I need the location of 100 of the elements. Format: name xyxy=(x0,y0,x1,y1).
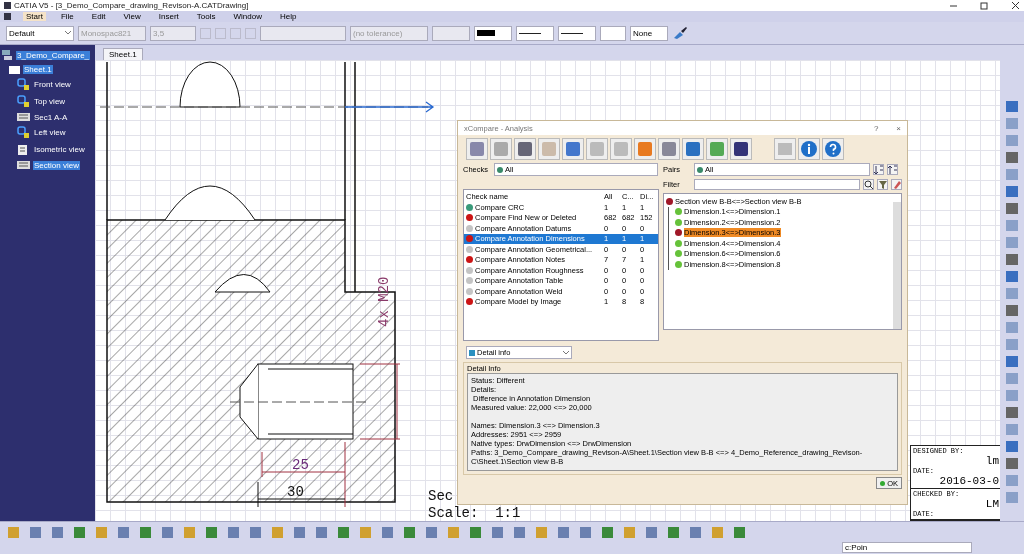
restore-icon[interactable] xyxy=(980,1,989,10)
tool-icon[interactable] xyxy=(52,526,63,538)
tool-icon[interactable] xyxy=(96,526,107,538)
section-icon xyxy=(17,160,30,170)
tree-item[interactable]: Section view xyxy=(33,160,80,170)
sort-ascending-button[interactable] xyxy=(873,164,884,175)
clear-filter-button[interactable] xyxy=(891,179,902,190)
tool-icon[interactable] xyxy=(712,526,723,538)
menu-item[interactable]: Help xyxy=(276,12,300,21)
close-icon[interactable] xyxy=(1011,1,1020,10)
tool-icon[interactable] xyxy=(492,526,503,538)
tree-item[interactable]: Isometric view xyxy=(33,145,86,154)
tool-icon[interactable] xyxy=(580,526,591,538)
field-value: lm xyxy=(984,455,999,467)
menu-item[interactable]: File xyxy=(57,12,77,21)
tool-icon[interactable] xyxy=(690,526,701,538)
window-title: CATIA V5 - [3_Demo_Compare_drawing_Revison-A.CATDrawing] xyxy=(14,1,249,10)
tool-icon[interactable] xyxy=(118,526,129,538)
tree-item[interactable]: Front view xyxy=(33,80,72,89)
menu-item[interactable]: Edit xyxy=(88,12,109,21)
tool-icon[interactable] xyxy=(294,526,305,538)
tool-icon[interactable] xyxy=(602,526,613,538)
view-icon xyxy=(17,126,30,139)
menu-item[interactable]: Tools xyxy=(193,12,219,21)
point-dropdown[interactable] xyxy=(600,25,626,41)
close-button[interactable]: × xyxy=(896,123,901,133)
tool-icon[interactable] xyxy=(74,526,85,538)
pattern-dropdown[interactable]: None xyxy=(630,25,668,41)
tree-item[interactable]: 3_Demo_Compare_ xyxy=(16,50,91,60)
dimension-label: 25 xyxy=(292,457,309,473)
tool-icon[interactable] xyxy=(360,526,371,538)
tool-icon[interactable] xyxy=(228,526,239,538)
tool-icon[interactable] xyxy=(624,526,635,538)
tree-root-icon xyxy=(1,49,13,61)
view-icon xyxy=(17,95,30,108)
scale-label: Scale: 1:1 xyxy=(428,505,521,521)
tool-icon[interactable] xyxy=(734,526,745,538)
color-dropdown[interactable] xyxy=(474,25,512,41)
scrollbar[interactable] xyxy=(893,202,901,329)
tool-icon[interactable] xyxy=(646,526,657,538)
help-icon xyxy=(824,140,842,158)
tree-item[interactable]: Sec1 A-A xyxy=(33,112,69,122)
tool-icon[interactable] xyxy=(338,526,349,538)
sheet-tab[interactable]: Sheet.1 xyxy=(103,48,143,60)
field-value: LM xyxy=(984,498,999,510)
tool-icon[interactable] xyxy=(272,526,283,538)
tool-icon[interactable] xyxy=(316,526,327,538)
menu-item[interactable]: Start xyxy=(23,12,46,21)
tool-icon[interactable] xyxy=(514,526,525,538)
tool-icon[interactable] xyxy=(536,526,547,538)
underline-icon[interactable] xyxy=(230,27,241,39)
tool-icon[interactable] xyxy=(470,526,481,538)
menu-item[interactable]: Window xyxy=(230,12,265,21)
arrow-icon xyxy=(344,101,435,113)
tool-icon[interactable] xyxy=(668,526,679,538)
tool-icon[interactable] xyxy=(404,526,415,538)
thickness-dropdown[interactable] xyxy=(558,25,596,41)
filter-field[interactable] xyxy=(694,179,860,190)
linetype-dropdown[interactable] xyxy=(516,25,554,41)
menu-item[interactable]: Insert xyxy=(155,12,182,21)
sort-icon xyxy=(874,164,883,175)
italic-icon[interactable] xyxy=(215,27,226,39)
dimension-label: 4x M20 xyxy=(376,276,392,327)
tree-item[interactable]: Sheet.1 xyxy=(23,65,53,74)
field-value: 2016-03-0 xyxy=(938,475,999,487)
sort-descending-button[interactable] xyxy=(887,164,898,175)
search-button[interactable] xyxy=(863,179,874,190)
tool-icon[interactable] xyxy=(8,526,19,538)
style-dropdown[interactable]: Default xyxy=(6,25,74,41)
sort-icon xyxy=(888,164,897,175)
tree-item[interactable]: Left view xyxy=(33,128,67,137)
tree-item[interactable]: Top view xyxy=(33,97,67,106)
filter-icon xyxy=(878,179,887,190)
tool-icon[interactable] xyxy=(426,526,437,538)
tool-icon[interactable] xyxy=(206,526,217,538)
command-field[interactable]: c:Poin xyxy=(842,542,972,553)
sheet-icon xyxy=(9,65,20,74)
tool-icon[interactable] xyxy=(382,526,393,538)
tool-icon[interactable] xyxy=(448,526,459,538)
tool-icon[interactable] xyxy=(30,526,41,538)
tool-icon[interactable] xyxy=(184,526,195,538)
tool-icon[interactable] xyxy=(558,526,569,538)
eraser-icon xyxy=(892,179,901,190)
filter-button[interactable] xyxy=(877,179,888,190)
text-field[interactable] xyxy=(260,25,346,41)
info-button[interactable] xyxy=(798,138,820,160)
strike-icon[interactable] xyxy=(245,27,256,39)
menu-item[interactable]: View xyxy=(120,12,144,21)
bold-icon[interactable] xyxy=(200,27,211,39)
tool-icon[interactable] xyxy=(162,526,173,538)
view-icon xyxy=(17,78,30,91)
tool-icon[interactable] xyxy=(250,526,261,538)
help-button[interactable] xyxy=(822,138,844,160)
help-button[interactable]: ? xyxy=(873,123,879,133)
tool-icon[interactable] xyxy=(140,526,151,538)
view-name-label: Sec xyxy=(428,488,454,504)
search-icon xyxy=(864,179,873,190)
isometric-icon xyxy=(17,143,30,156)
chevron-icon xyxy=(563,350,569,355)
brush-icon[interactable] xyxy=(672,26,688,40)
